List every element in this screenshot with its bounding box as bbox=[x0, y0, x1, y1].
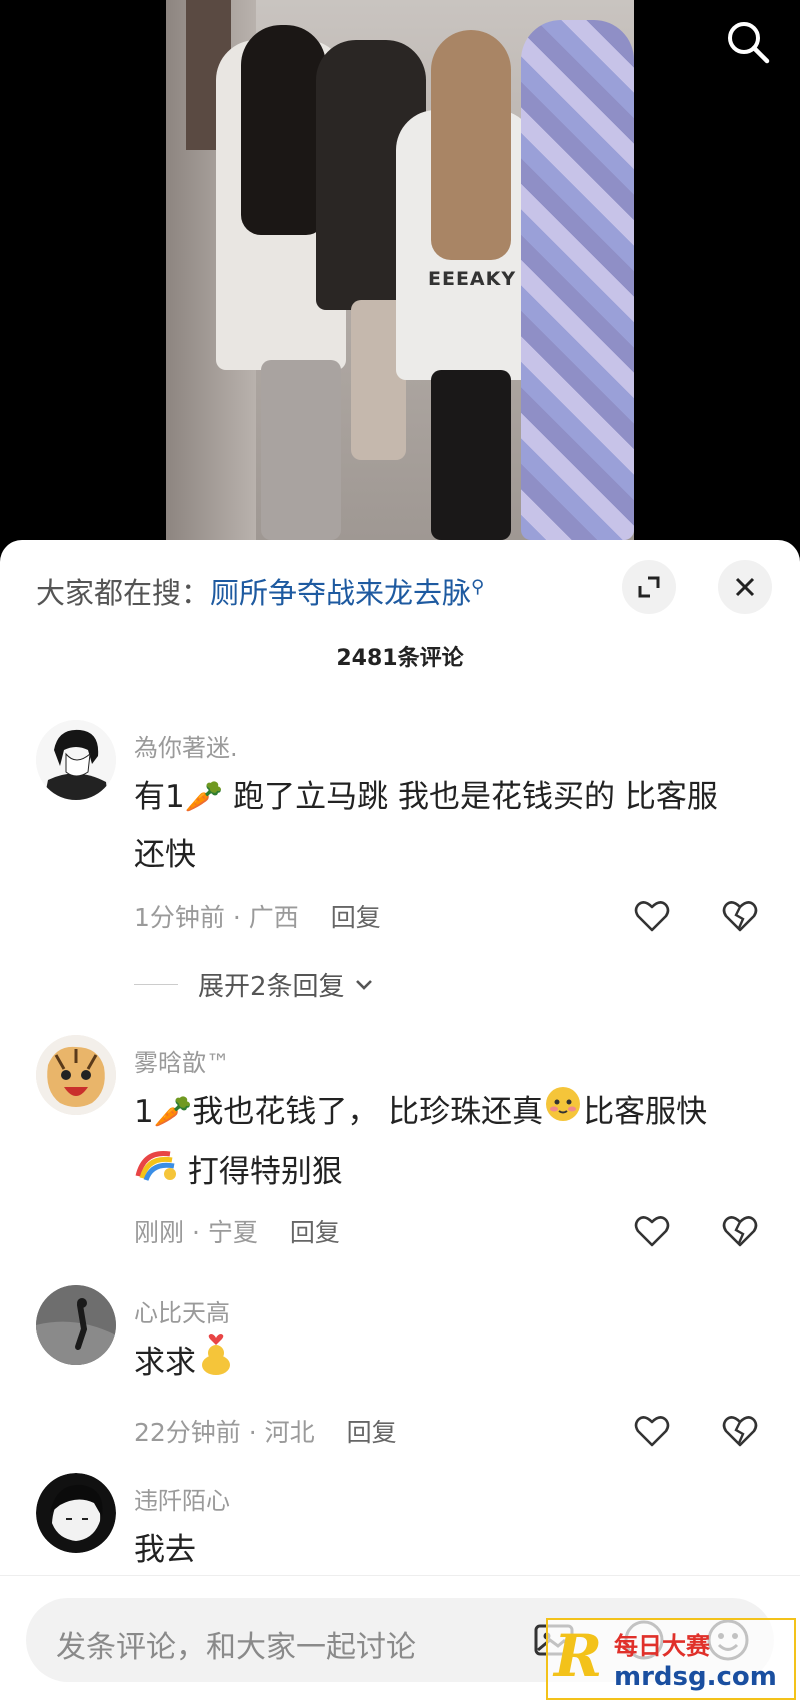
reply-button[interactable]: 回复 bbox=[290, 1218, 340, 1247]
comment-text-line: 我去 bbox=[134, 1532, 196, 1568]
comment-meta: 刚刚 · 宁夏 回复 bbox=[134, 1213, 340, 1249]
comment-input-placeholder: 发条评论，和大家一起讨论 bbox=[56, 1630, 416, 1665]
expand-sheet-button[interactable] bbox=[622, 560, 676, 614]
search-button[interactable] bbox=[720, 14, 776, 70]
close-icon bbox=[735, 577, 755, 597]
heart-duck-emoji-icon bbox=[196, 1333, 236, 1396]
broken-heart-icon[interactable] bbox=[720, 1411, 760, 1451]
avatar[interactable] bbox=[36, 1035, 116, 1115]
comment-text-line: 1🥕我也花钱了， 比珍珠还真 bbox=[134, 1094, 544, 1130]
reply-button[interactable]: 回复 bbox=[331, 903, 381, 932]
username[interactable]: 為你著迷. bbox=[134, 728, 238, 763]
avatar[interactable] bbox=[36, 1285, 116, 1365]
like-heart-icon[interactable] bbox=[632, 896, 672, 936]
comment-time-location: 1分钟前 · 广西 bbox=[134, 903, 299, 932]
comment-text: 有1🥕 跑了立马跳 我也是花钱买的 比客服 还快 bbox=[134, 768, 764, 884]
video-frame: EEEAKY bbox=[166, 0, 634, 540]
broken-heart-icon[interactable] bbox=[720, 896, 760, 936]
shirt-text: EEEAKY bbox=[428, 268, 517, 290]
comment-text-line: 打得特别狠 bbox=[187, 1154, 343, 1190]
hot-search[interactable]: 大家都在搜：厕所争夺战来龙去脉⚲ bbox=[36, 570, 484, 612]
username[interactable]: 雾晗歆™ bbox=[134, 1043, 230, 1078]
search-icon bbox=[728, 22, 770, 64]
watermark-logo: R 每日大赛 mrdsg.com bbox=[546, 1618, 796, 1700]
comment-text-line: 求求 bbox=[134, 1345, 196, 1381]
comment-time-location: 刚刚 · 宁夏 bbox=[134, 1218, 258, 1247]
comment-sheet: 大家都在搜：厕所争夺战来龙去脉⚲ 2481条评论 為你著迷. 有1🥕 跑了立马跳… bbox=[0, 540, 800, 1700]
search-small-icon: ⚲ bbox=[471, 576, 485, 598]
broken-heart-icon[interactable] bbox=[720, 1211, 760, 1251]
close-sheet-button[interactable] bbox=[718, 560, 772, 614]
expand-replies[interactable]: 展开2条回复 bbox=[134, 966, 377, 1003]
rainbow-slide-emoji-icon bbox=[134, 1144, 178, 1203]
comment-time-location: 22分钟前 · 河北 bbox=[134, 1418, 315, 1447]
like-heart-icon[interactable] bbox=[632, 1211, 672, 1251]
comment-count: 2481条评论 bbox=[336, 646, 464, 671]
chevron-down-icon bbox=[355, 979, 372, 990]
avatar[interactable] bbox=[36, 720, 116, 800]
username[interactable]: 违阡陌心 bbox=[134, 1481, 230, 1516]
watermark-url: mrdsg.com bbox=[614, 1662, 777, 1692]
comment-text: 求求 bbox=[134, 1333, 764, 1396]
comment-text-line: 有1🥕 跑了立马跳 我也是花钱买的 比客服 bbox=[134, 779, 718, 815]
comment-text: 我去 bbox=[134, 1521, 764, 1579]
expand-replies-label: 展开2条回复 bbox=[198, 972, 345, 1002]
comment-text: 1🥕我也花钱了， 比珍珠还真 比客服快 打得特别狠 bbox=[134, 1083, 764, 1203]
video-player[interactable]: EEEAKY bbox=[0, 0, 800, 545]
like-heart-icon[interactable] bbox=[632, 1411, 672, 1451]
username[interactable]: 心比天高 bbox=[134, 1293, 230, 1328]
comment-meta: 1分钟前 · 广西 回复 bbox=[134, 898, 381, 934]
comment-text-line: 比客服快 bbox=[583, 1094, 708, 1130]
comment-meta: 22分钟前 · 河北 回复 bbox=[134, 1413, 397, 1449]
comment-text-line: 还快 bbox=[134, 837, 196, 873]
avatar[interactable] bbox=[36, 1473, 116, 1553]
hot-search-prefix: 大家都在搜： bbox=[36, 576, 211, 610]
hot-search-link[interactable]: 厕所争夺战来龙去脉 bbox=[210, 576, 471, 610]
reply-button[interactable]: 回复 bbox=[347, 1418, 397, 1447]
watermark-r-logo: R bbox=[554, 1622, 603, 1690]
expand-icon bbox=[638, 576, 660, 598]
shy-face-emoji-icon bbox=[543, 1084, 583, 1143]
watermark-title: 每日大赛 bbox=[614, 1632, 710, 1660]
